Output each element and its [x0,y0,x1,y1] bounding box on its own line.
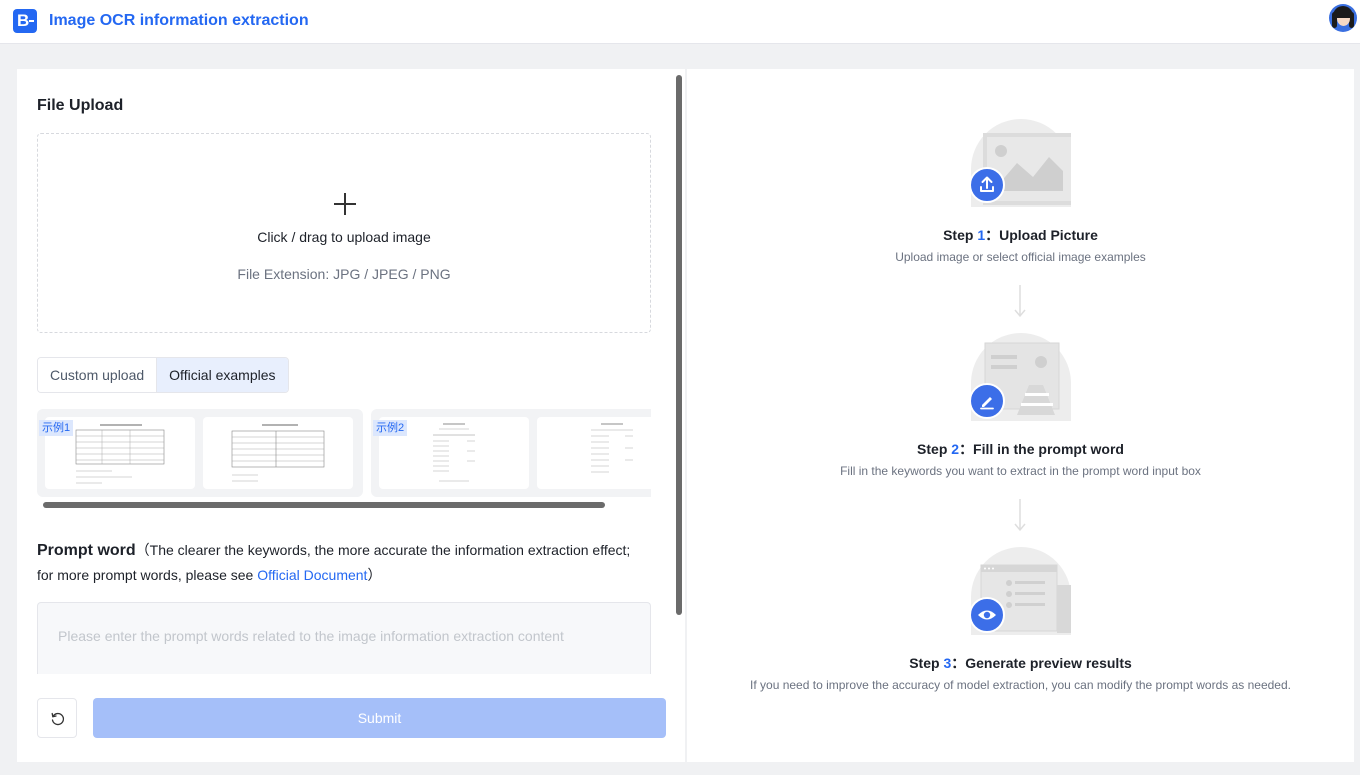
upload-extensions-text: File Extension: JPG / JPEG / PNG [237,266,451,282]
logo-letter: B [17,11,30,30]
example-group-2: 示例2 [371,409,651,497]
top-header: B Image OCR information extraction [0,0,1360,44]
example-gallery: 示例1 示例2 [37,409,651,509]
step-3-description: If you need to improve the accuracy of m… [750,678,1291,692]
tab-official-examples[interactable]: Official examples [156,358,288,392]
example-tag: 示例1 [39,420,74,436]
panel-scrollbar[interactable] [676,75,682,615]
upload-dropzone[interactable]: Click / drag to upload image File Extens… [37,133,651,333]
tab-custom-upload[interactable]: Custom upload [38,358,157,392]
example-thumbnail[interactable] [203,417,353,489]
arrow-down-icon [1014,499,1026,532]
prompt-word-illustration [969,333,1073,421]
prompt-word-input[interactable]: Please enter the prompt words related to… [37,602,651,674]
example-tag: 示例2 [373,420,408,436]
document-preview-icon [72,421,168,487]
document-preview-icon [228,421,328,487]
prompt-word-title: Prompt word [37,542,136,559]
step-1-title: Step 1：Upload Picture [943,227,1098,243]
action-bar: Submit [17,674,685,762]
step-2-description: Fill in the keywords you want to extract… [840,464,1201,478]
preview-results-illustration [969,547,1073,635]
gallery-scroll-thumb[interactable] [43,502,605,508]
user-avatar[interactable] [1329,4,1357,32]
instructions-panel: Step 1：Upload Picture Upload image or se… [687,69,1354,762]
official-document-link[interactable]: Official Document [257,567,367,583]
example-group-1: 示例1 [37,409,363,497]
upload-main-text: Click / drag to upload image [257,229,431,245]
prompt-hint-close: ） [367,567,382,583]
example-thumbnail[interactable] [537,417,651,489]
upload-mode-tabs: Custom upload Official examples [37,357,289,393]
document-preview-icon [587,421,637,487]
document-preview-icon [429,421,479,487]
app-title: Image OCR information extraction [49,12,309,29]
submit-button[interactable]: Submit [93,698,666,738]
arrow-down-icon [1014,285,1026,318]
refresh-icon [51,712,64,726]
step-3-title: Step 3：Generate preview results [909,655,1132,671]
prompt-word-heading: Prompt word（The clearer the keywords, th… [37,538,637,588]
eye-icon [969,597,1005,633]
step-1-description: Upload image or select official image ex… [895,250,1146,264]
step-2-title: Step 2：Fill in the prompt word [917,441,1124,457]
plus-icon [334,193,356,215]
app-logo[interactable]: B [13,9,37,33]
upload-icon [969,167,1005,203]
gallery-scrollbar[interactable] [37,500,651,510]
file-upload-title: File Upload [37,97,124,114]
edit-icon [969,383,1005,419]
input-panel: File Upload Click / drag to upload image… [17,69,685,762]
prompt-placeholder: Please enter the prompt words related to… [58,628,564,644]
reset-button[interactable] [37,698,77,738]
upload-picture-illustration [969,119,1073,207]
